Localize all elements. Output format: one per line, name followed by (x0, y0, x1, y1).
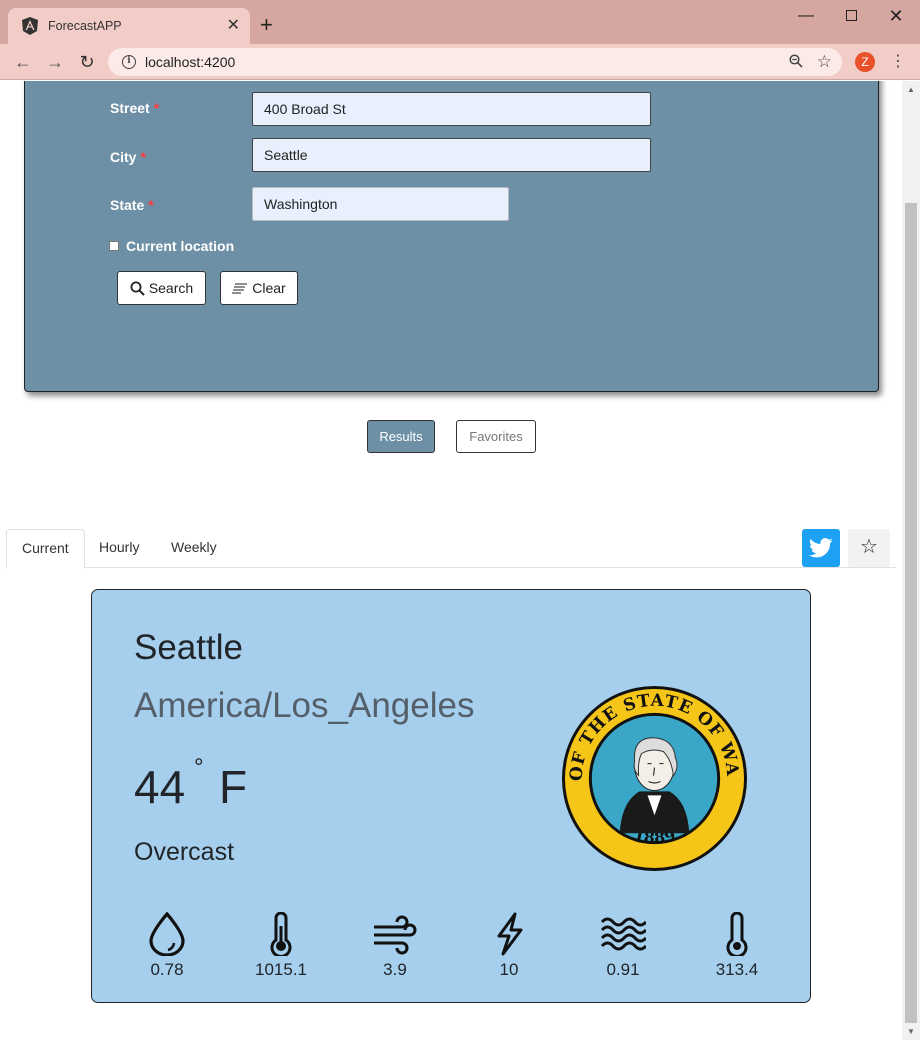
timezone: America/Los_Angeles (134, 686, 475, 725)
visibility-icon (497, 912, 523, 956)
visibility-stat: 10 (464, 912, 554, 980)
pressure-icon (270, 912, 292, 956)
temperature-value: 44 (134, 761, 186, 813)
wind-speed-value: 3.9 (383, 960, 407, 979)
visibility-value: 10 (499, 960, 519, 979)
search-button[interactable]: Search (117, 271, 206, 305)
tweet-button[interactable] (802, 529, 840, 567)
browser-toolbar: ← → ↻ i localhost:4200 ☆ Z ⋮ (0, 44, 920, 80)
tab-title: ForecastAPP (48, 19, 122, 33)
search-icon (130, 281, 145, 296)
browser-tab[interactable]: ForecastAPP ✕ (8, 8, 250, 44)
pressure-stat: 1015.1 (236, 912, 326, 980)
favorites-toggle-button[interactable]: Favorites (456, 420, 536, 453)
temperature-unit: F (219, 761, 248, 813)
page-content: Street * 400 Broad St City * Seattle State… (0, 81, 902, 1040)
clear-button-label: Clear (252, 280, 286, 296)
new-tab-button[interactable]: + (260, 14, 273, 36)
minimize-button[interactable]: — (796, 6, 816, 26)
current-location-checkbox[interactable] (109, 241, 119, 251)
humidity-value: 0.78 (150, 960, 184, 979)
tab-close-icon[interactable]: ✕ (227, 18, 240, 34)
wind-speed-icon (374, 915, 417, 955)
tab-hourly[interactable]: Hourly (84, 529, 154, 568)
city-name: Seattle (134, 628, 243, 667)
scrollbar-thumb[interactable] (905, 203, 917, 1023)
star-outline-icon: ☆ (860, 536, 878, 558)
profile-avatar[interactable]: Z (855, 52, 875, 72)
favorite-star-button[interactable]: ☆ (848, 529, 890, 567)
degree-symbol: ° (194, 754, 204, 781)
forward-arrow-icon[interactable]: → (43, 50, 67, 74)
current-location-label: Current location (126, 238, 235, 254)
city-input[interactable]: Seattle (252, 138, 651, 172)
street-input[interactable]: 400 Broad St (252, 92, 651, 126)
scroll-down-arrow-icon[interactable]: ▼ (907, 1027, 915, 1036)
current-weather-card: Seattle America/Los_Angeles 44 ° F Overc… (91, 589, 811, 1003)
clear-lines-icon (232, 283, 248, 294)
cloud-cover-value: 0.91 (606, 960, 640, 979)
tab-weekly[interactable]: Weekly (156, 529, 232, 568)
ozone-value: 313.4 (715, 960, 759, 979)
site-info-icon[interactable]: i (122, 55, 136, 69)
ozone-icon (726, 912, 748, 956)
clear-button[interactable]: Clear (220, 271, 298, 305)
search-button-label: Search (148, 280, 194, 296)
reload-icon[interactable]: ↻ (75, 50, 99, 74)
search-form-panel: Street * 400 Broad St City * Seattle State… (24, 81, 879, 392)
tab-current[interactable]: Current (6, 529, 85, 569)
washington-state-seal-image: THE SEAL OF THE STATE OF WASHINGTON 1889 (560, 684, 748, 872)
page-scrollbar[interactable]: ▲ ▼ (902, 81, 920, 1040)
cloud-cover-icon (600, 917, 646, 951)
scroll-up-arrow-icon[interactable]: ▲ (907, 85, 915, 94)
zoom-icon[interactable] (789, 53, 803, 71)
humidity-stat: 0.78 (122, 912, 212, 980)
address-bar[interactable]: i localhost:4200 ☆ (108, 48, 842, 76)
state-label: State * (110, 197, 154, 213)
pressure-value: 1015.1 (255, 960, 307, 979)
humidity-icon (149, 912, 185, 956)
weather-summary: Overcast (134, 838, 235, 866)
bookmark-star-icon[interactable]: ☆ (817, 52, 832, 72)
maximize-button[interactable] (841, 6, 861, 26)
city-label: City * (110, 149, 146, 165)
current-location-row: Current location (109, 238, 234, 254)
ozone-stat: 313.4 (692, 912, 782, 980)
result-tabs: Current Hourly Weekly (6, 529, 896, 569)
twitter-bird-icon (809, 538, 833, 558)
maximize-icon (845, 10, 857, 22)
browser-menu-icon[interactable]: ⋮ (890, 50, 906, 74)
url-text[interactable]: localhost:4200 (145, 54, 789, 70)
results-toggle-button[interactable]: Results (367, 420, 435, 453)
back-arrow-icon[interactable]: ← (11, 50, 35, 74)
angular-logo-icon (22, 17, 38, 35)
close-window-button[interactable]: ✕ (886, 6, 906, 26)
browser-titlebar: ForecastAPP ✕ + — ✕ (0, 0, 920, 44)
cloud-cover-stat: 0.91 (578, 912, 668, 980)
state-select[interactable]: Washington (252, 187, 509, 221)
wind-stat: 3.9 (350, 912, 440, 980)
street-label: Street * (110, 100, 160, 116)
